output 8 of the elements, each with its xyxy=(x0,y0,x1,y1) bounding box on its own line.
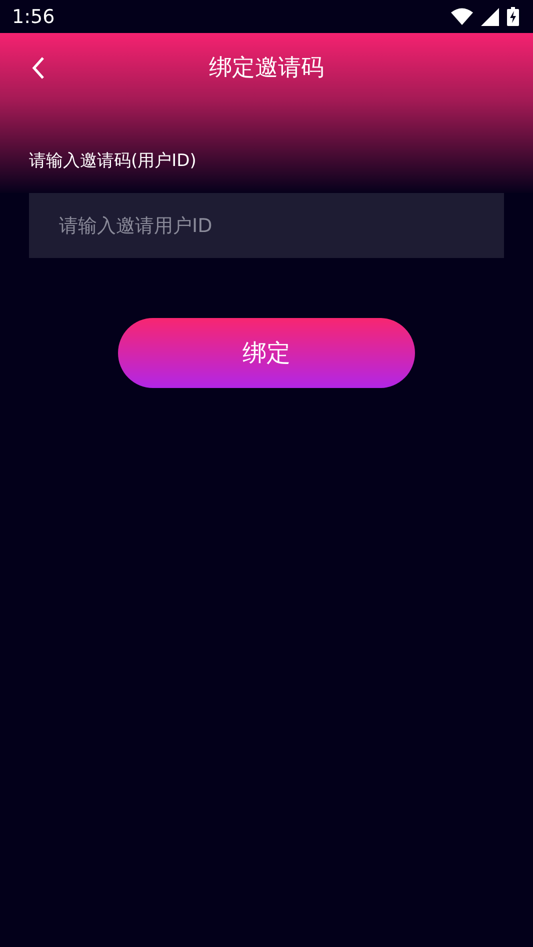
status-time: 1:56 xyxy=(12,6,55,28)
field-label: 请输入邀请码(用户ID) xyxy=(28,150,198,173)
invite-code-field[interactable]: 请输入邀请用户ID xyxy=(29,193,504,258)
battery-icon xyxy=(507,7,519,26)
wifi-icon xyxy=(451,8,473,25)
bind-button[interactable]: 绑定 xyxy=(118,318,415,388)
signal-icon xyxy=(481,8,499,26)
page-title: 绑定邀请码 xyxy=(209,54,324,82)
